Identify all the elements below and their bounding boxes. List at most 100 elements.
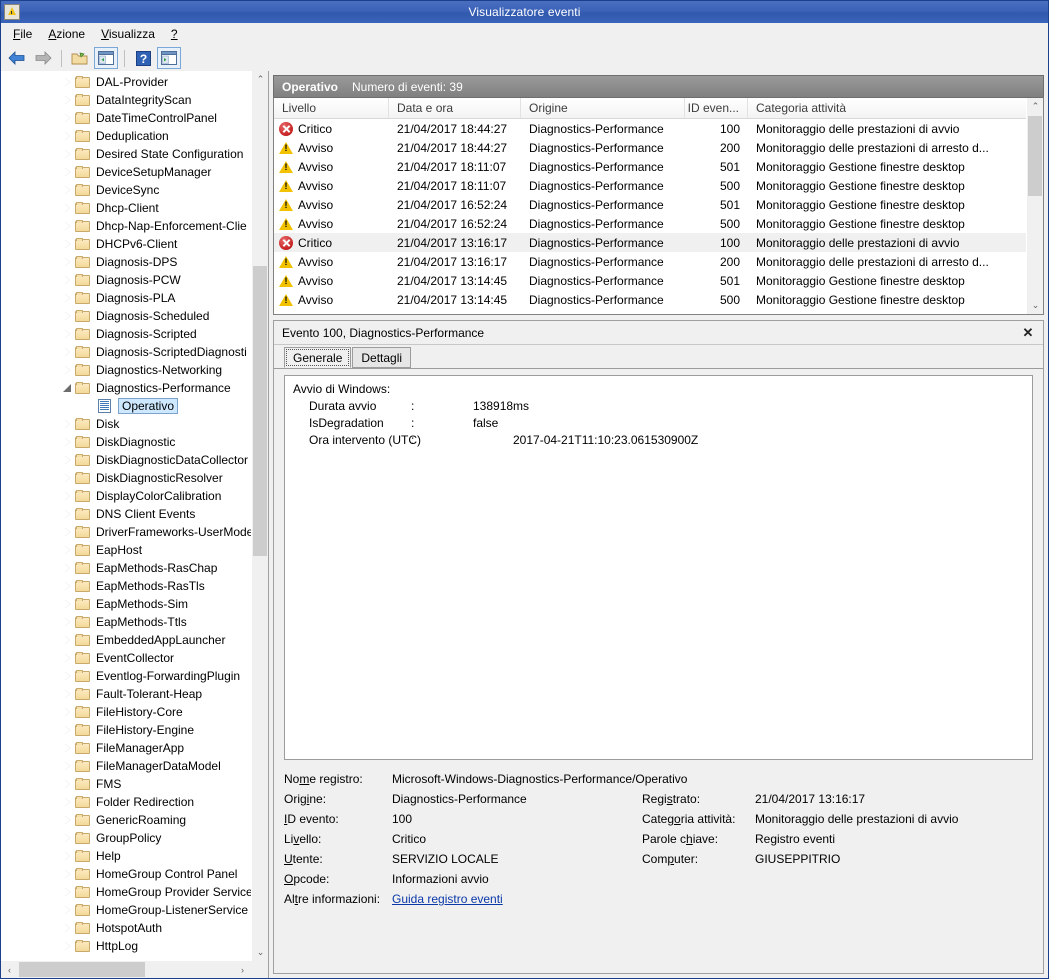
show-hide-console-tree-button[interactable] (94, 47, 118, 69)
tree-item[interactable]: GenericRoaming (1, 811, 251, 829)
expand-triangle-icon[interactable] (61, 417, 75, 431)
table-row[interactable]: Avviso 21/04/2017 18:11:07 Diagnostics-Per… (274, 176, 1026, 195)
tree-item[interactable]: Fault-Tolerant-Heap (1, 685, 251, 703)
column-header[interactable]: Data e ora (389, 98, 521, 118)
tree-scroll-left-button[interactable]: ‹ (1, 961, 18, 978)
expand-triangle-icon[interactable] (61, 705, 75, 719)
expand-triangle-icon[interactable] (61, 561, 75, 575)
tree-item[interactable]: FileManagerApp (1, 739, 251, 757)
event-list-scrollbar-thumb[interactable] (1028, 116, 1042, 196)
table-row[interactable]: Avviso 21/04/2017 18:11:07 Diagnostics-Per… (274, 157, 1026, 176)
tab-generale[interactable]: Generale (284, 347, 352, 368)
expand-triangle-icon[interactable] (61, 723, 75, 737)
tree-scroll-down-button[interactable]: ⌄ (252, 944, 268, 961)
expand-triangle-icon[interactable] (61, 75, 75, 89)
tree-scroll-up-button[interactable]: ⌃ (252, 71, 268, 88)
tree-item[interactable]: Diagnostics-Performance (1, 379, 251, 397)
close-icon[interactable]: ✕ (1019, 324, 1037, 342)
expand-triangle-icon[interactable] (61, 255, 75, 269)
expand-triangle-icon[interactable] (61, 219, 75, 233)
tree-item[interactable]: Operativo (1, 397, 251, 415)
menu-azione[interactable]: Azione (40, 25, 93, 43)
show-hide-action-pane-button[interactable] (157, 47, 181, 69)
event-message-box[interactable]: Avvio di Windows: Durata avvio: 138918ms I… (284, 375, 1033, 760)
expand-triangle-icon[interactable] (61, 759, 75, 773)
back-button[interactable] (5, 47, 29, 69)
expand-triangle-icon[interactable] (61, 93, 75, 107)
tree-item[interactable]: Eventlog-ForwardingPlugin (1, 667, 251, 685)
tree-item[interactable]: DAL-Provider (1, 73, 251, 91)
table-row[interactable]: Avviso 21/04/2017 13:14:45 Diagnostics-Per… (274, 271, 1026, 290)
expand-triangle-icon[interactable] (61, 867, 75, 881)
event-list-vertical-scrollbar[interactable]: ⌃ ⌄ (1026, 98, 1043, 314)
tree-item[interactable]: HotspotAuth (1, 919, 251, 937)
tree-item[interactable]: FileHistory-Engine (1, 721, 251, 739)
tree-item[interactable]: Diagnostics-Networking (1, 361, 251, 379)
tree-item[interactable]: Desired State Configuration (1, 145, 251, 163)
expand-triangle-icon[interactable] (61, 291, 75, 305)
expand-triangle-icon[interactable] (61, 147, 75, 161)
tree-item[interactable]: Disk (1, 415, 251, 433)
column-header[interactable]: Livello (274, 98, 389, 118)
expand-triangle-icon[interactable] (61, 939, 75, 953)
expand-triangle-icon[interactable] (61, 273, 75, 287)
tree-item[interactable]: FMS (1, 775, 251, 793)
expand-triangle-icon[interactable] (61, 741, 75, 755)
expand-triangle-icon[interactable] (61, 777, 75, 791)
tree-item[interactable]: Folder Redirection (1, 793, 251, 811)
tree-item[interactable]: EventCollector (1, 649, 251, 667)
event-list-scroll-up-button[interactable]: ⌃ (1027, 98, 1043, 115)
tree-item[interactable]: Dhcp-Client (1, 199, 251, 217)
tree-scroll-right-button[interactable]: › (234, 961, 251, 978)
expand-triangle-icon[interactable] (61, 795, 75, 809)
expand-triangle-icon[interactable] (61, 579, 75, 593)
tree-item[interactable]: EapMethods-Sim (1, 595, 251, 613)
tree-item[interactable]: Diagnosis-ScriptedDiagnosti (1, 343, 251, 361)
tree-horizontal-scrollbar[interactable]: ‹ › (1, 961, 251, 978)
tree-item[interactable]: DiskDiagnostic (1, 433, 251, 451)
event-list-scroll-down-button[interactable]: ⌄ (1027, 297, 1043, 314)
tree-item[interactable]: Diagnosis-DPS (1, 253, 251, 271)
tree-item[interactable]: DisplayColorCalibration (1, 487, 251, 505)
tree-item[interactable]: Dhcp-Nap-Enforcement-Clie (1, 217, 251, 235)
tree-item[interactable]: Diagnosis-Scheduled (1, 307, 251, 325)
tree-item[interactable]: FileHistory-Core (1, 703, 251, 721)
show-folder-button[interactable] (68, 47, 92, 69)
tree-item[interactable]: Diagnosis-PCW (1, 271, 251, 289)
tree-item[interactable]: FileManagerDataModel (1, 757, 251, 775)
expand-triangle-icon[interactable] (61, 507, 75, 521)
expand-triangle-icon[interactable] (61, 903, 75, 917)
tree-item[interactable]: DiskDiagnosticDataCollector (1, 451, 251, 469)
tree-item[interactable]: DriverFrameworks-UserMode (1, 523, 251, 541)
menu-visualizza[interactable]: Visualizza (93, 25, 163, 43)
expand-triangle-icon[interactable] (61, 543, 75, 557)
tree-item[interactable]: DeviceSetupManager (1, 163, 251, 181)
expand-triangle-icon[interactable] (61, 633, 75, 647)
tree-item[interactable]: EapHost (1, 541, 251, 559)
expand-triangle-icon[interactable] (61, 921, 75, 935)
tree-item[interactable]: Deduplication (1, 127, 251, 145)
table-row[interactable]: Avviso 21/04/2017 16:52:24 Diagnostics-Per… (274, 214, 1026, 233)
tree-item[interactable]: EapMethods-RasChap (1, 559, 251, 577)
collapse-triangle-icon[interactable] (61, 381, 75, 395)
help-button[interactable]: ? (131, 47, 155, 69)
table-row[interactable]: Avviso 21/04/2017 13:16:17 Diagnostics-Per… (274, 252, 1026, 271)
tree-item[interactable]: DHCPv6-Client (1, 235, 251, 253)
expand-triangle-icon[interactable] (61, 885, 75, 899)
expand-triangle-icon[interactable] (61, 489, 75, 503)
expand-triangle-icon[interactable] (61, 453, 75, 467)
menu-file[interactable]: File (5, 25, 40, 43)
column-header[interactable]: Categoria attività (748, 98, 1043, 118)
table-row[interactable]: Avviso 21/04/2017 13:14:45 Diagnostics-Per… (274, 290, 1026, 309)
expand-triangle-icon[interactable] (61, 813, 75, 827)
event-log-help-link[interactable]: Guida registro eventi (392, 892, 1033, 906)
tree-item[interactable]: EapMethods-RasTls (1, 577, 251, 595)
expand-triangle-icon[interactable] (61, 849, 75, 863)
expand-triangle-icon[interactable] (61, 129, 75, 143)
tree-item[interactable]: DateTimeControlPanel (1, 109, 251, 127)
table-row[interactable]: Critico 21/04/2017 13:16:17 Diagnostics-Pe… (274, 233, 1026, 252)
expand-triangle-icon[interactable] (61, 831, 75, 845)
expand-triangle-icon[interactable] (61, 201, 75, 215)
table-row[interactable]: Avviso 21/04/2017 18:44:27 Diagnostics-Per… (274, 138, 1026, 157)
expand-triangle-icon[interactable] (61, 183, 75, 197)
